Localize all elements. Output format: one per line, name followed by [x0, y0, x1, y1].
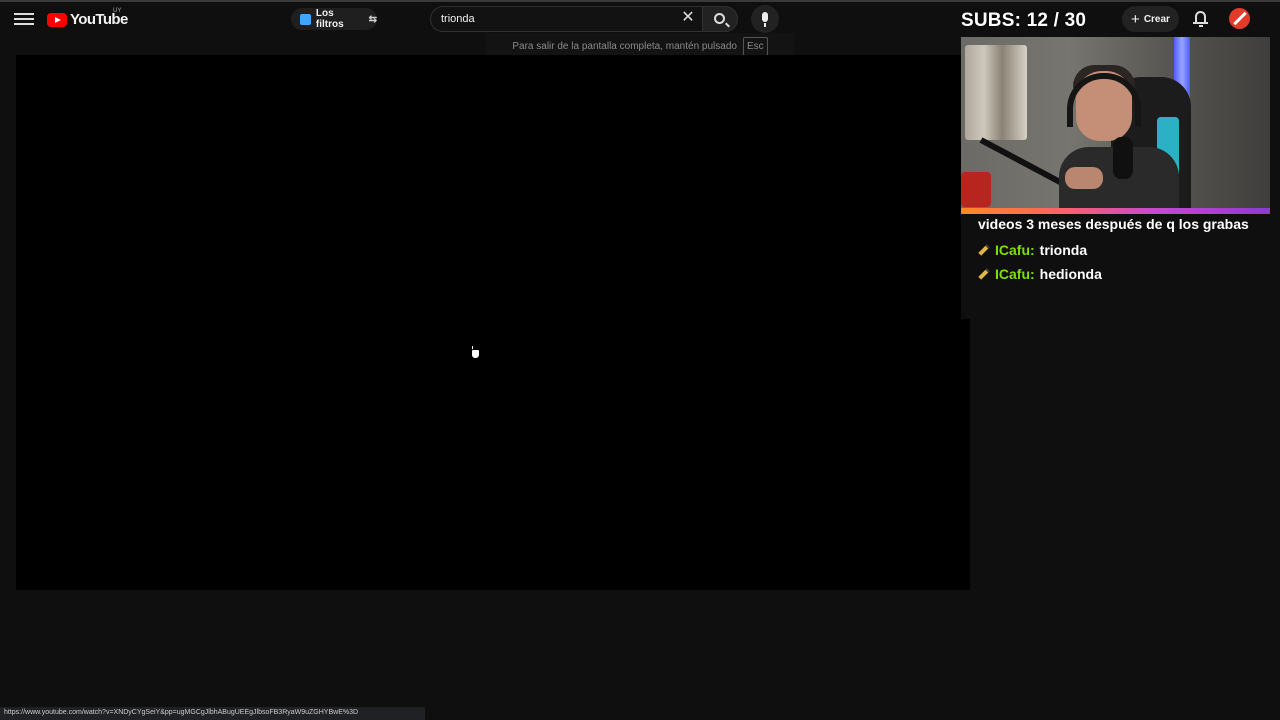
chat-username: ICafu: — [995, 242, 1035, 258]
window-top-border — [0, 0, 1280, 2]
chat-overlay: videos 3 meses después de q los grabas I… — [961, 214, 1270, 319]
filters-button[interactable]: Los filtros ⇆ — [291, 8, 377, 30]
mic-icon — [762, 12, 768, 22]
subs-counter-overlay: SUBS: 12 / 30 — [961, 10, 1087, 31]
search-input[interactable]: trionda — [430, 6, 702, 32]
filter-badge-icon — [300, 13, 311, 25]
search-button[interactable] — [702, 6, 738, 32]
webcam-overlay — [961, 37, 1270, 214]
clear-icon[interactable]: ✕ — [680, 10, 696, 26]
filter-sliders-icon: ⇆ — [368, 13, 377, 25]
chat-message-continued: videos 3 meses después de q los grabas — [978, 216, 1249, 232]
voice-search-button[interactable] — [751, 5, 779, 33]
search-icon — [714, 13, 725, 24]
toast-text: Para salir de la pantalla completa, mant… — [512, 41, 737, 52]
chat-text: hedionda — [1039, 266, 1102, 282]
notifications-button[interactable] — [1191, 9, 1211, 29]
create-label: Crear — [1143, 13, 1170, 25]
esc-key-hint: Esc — [742, 37, 768, 56]
clothes-rack — [965, 45, 1027, 140]
country-code: UY — [113, 8, 122, 14]
chat-username: ICafu: — [995, 266, 1035, 282]
plus-icon: + — [1131, 10, 1140, 28]
youtube-logo-icon — [47, 12, 67, 27]
chat-message: ICafu: trionda — [978, 242, 1253, 258]
youtube-logo[interactable]: YouTube UY — [47, 8, 128, 28]
create-button[interactable]: + Crear — [1122, 6, 1179, 32]
filters-label: Los filtros — [315, 8, 344, 30]
menu-icon[interactable] — [14, 10, 34, 28]
microphone — [1113, 137, 1133, 179]
pointer-hand-cursor-icon — [469, 345, 481, 361]
avatar[interactable] — [1229, 8, 1250, 29]
video-player[interactable] — [16, 55, 970, 590]
chat-text: trionda — [1039, 242, 1088, 258]
status-bar-url: https://www.youtube.com/watch?v=XNDyCYgS… — [0, 707, 425, 720]
pencil-badge-icon — [978, 244, 990, 256]
pencil-badge-icon — [978, 268, 990, 280]
chat-message: ICafu: hedionda — [978, 266, 1253, 282]
